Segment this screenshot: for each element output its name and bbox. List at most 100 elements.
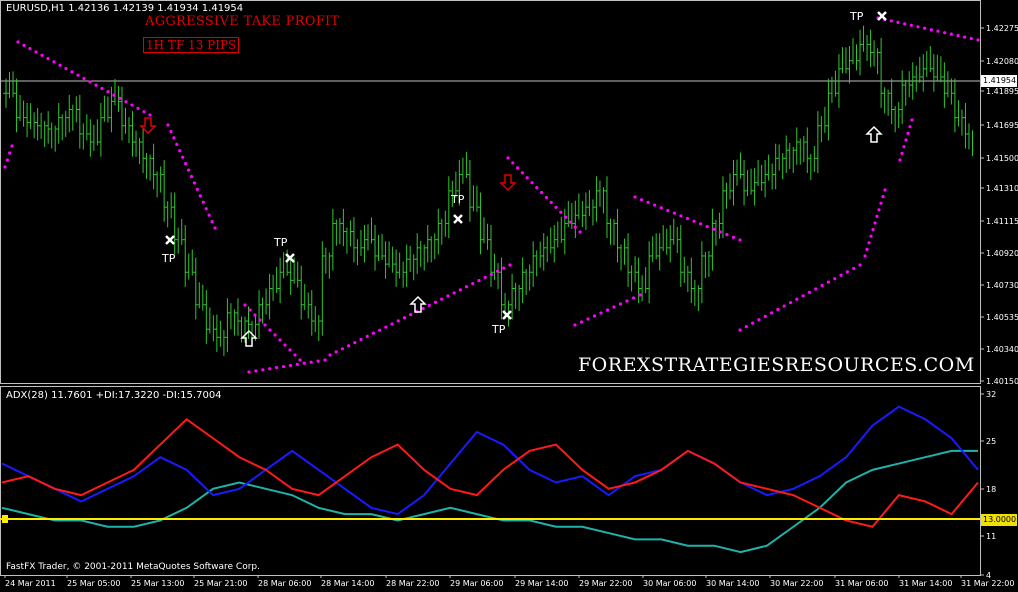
sar-dot (976, 38, 980, 42)
sar-dot (100, 86, 104, 91)
sar-dot (718, 230, 722, 234)
time-tick-label: 30 Mar 06:00 (643, 579, 696, 588)
sar-dot (189, 174, 194, 179)
forex-chart: 1.42275 1.42080 1.41895 1.41695 1.41500 1.413… (0, 0, 1018, 588)
sar-dot (247, 370, 251, 374)
sar-dot (28, 47, 32, 51)
adx-tick-label: 25 (986, 437, 996, 446)
price-bar (477, 192, 488, 255)
sar-dot (540, 190, 544, 195)
price-bar (435, 208, 446, 255)
sar-dot (795, 297, 799, 301)
price-tick-label: 1.41310 (986, 184, 1018, 193)
sar-dot (904, 138, 908, 142)
price-bar (424, 225, 436, 263)
sar-dot (489, 272, 493, 276)
take-profit-label: TP (849, 10, 864, 23)
sar-dot (871, 228, 875, 232)
sar-dot (186, 168, 191, 172)
price-bar (519, 257, 531, 304)
sar-dot (328, 353, 332, 357)
sar-dot (692, 219, 696, 223)
adx-level-marker (2, 515, 8, 523)
price-bar (382, 241, 394, 279)
copyright-text: FastFX Trader, © 2001-2011 MetaQuotes So… (6, 562, 260, 572)
time-tick-label: 25 Mar 13:00 (131, 579, 184, 588)
price-bar (561, 201, 573, 255)
price-bar (667, 218, 678, 263)
sar-dot (309, 360, 313, 364)
sar-dot (148, 113, 152, 117)
sar-dot (378, 328, 382, 332)
price-bar (393, 249, 404, 288)
adx-tick-label: 18 (986, 485, 996, 494)
sar-dot (525, 176, 529, 180)
sar-dot (22, 43, 26, 47)
price-bar (87, 119, 98, 157)
sar-dot (869, 234, 873, 238)
sar-dot (3, 165, 7, 169)
sar-dot (178, 149, 182, 153)
time-tick-label: 30 Mar 22:00 (770, 579, 823, 588)
sar-dot (949, 32, 953, 36)
time-tick-label: 25 Mar 05:00 (67, 579, 120, 588)
price-bar (930, 54, 942, 92)
price-bar (55, 102, 67, 144)
sar-dot (599, 311, 603, 315)
sar-dot (592, 314, 597, 318)
sar-dot (421, 306, 425, 311)
sar-dot (568, 220, 573, 224)
time-tick-label: 29 Mar 14:00 (515, 579, 568, 588)
chart-symbol-header: EURUSD,H1 1.42136 1.42139 1.41934 1.4195… (6, 3, 244, 14)
sar-dot (908, 125, 912, 129)
price-bar (140, 127, 151, 181)
price-bar (730, 152, 742, 206)
sar-dot (898, 158, 902, 162)
sar-dot (82, 76, 86, 81)
sar-dot (506, 156, 510, 160)
buy-arrow-icon (865, 125, 883, 143)
sar-dot (112, 93, 116, 97)
sar-dot (873, 221, 877, 225)
sar-dot (353, 340, 357, 345)
sar-dot (679, 214, 683, 218)
price-bar (203, 290, 214, 344)
sar-dot (820, 283, 824, 288)
sar-dot (254, 369, 258, 373)
sar-dot (881, 195, 885, 199)
price-bar (361, 217, 373, 263)
sar-dot (852, 266, 856, 271)
price-bar (245, 306, 257, 347)
sar-dot (248, 308, 252, 312)
sar-dot (70, 70, 74, 74)
sar-dot (612, 305, 616, 309)
price-bar (13, 78, 25, 133)
price-tick-label: 1.42080 (986, 57, 1018, 66)
sar-dot (16, 40, 20, 44)
sar-dot (371, 331, 376, 335)
time-tick-label: 30 Mar 14:00 (706, 579, 759, 588)
sar-dot (275, 366, 279, 370)
sar-dot (863, 254, 867, 258)
sar-dot (316, 359, 320, 363)
sar-dot (929, 28, 933, 32)
sar-dot (586, 317, 590, 321)
sar-dot (243, 303, 247, 307)
adx-level-label: 13.0000 (981, 514, 1017, 526)
sar-dot (10, 144, 14, 148)
sar-dot (725, 233, 729, 237)
sar-dot (495, 269, 500, 273)
price-bar (762, 154, 773, 198)
sar-dot (502, 266, 506, 270)
price-bar (867, 29, 879, 75)
sar-dot (334, 350, 338, 354)
sar-dot (440, 297, 444, 301)
time-tick-label: 28 Mar 22:00 (386, 579, 439, 588)
sar-dot (302, 361, 306, 365)
current-price-label: 1.41954 (981, 75, 1017, 87)
price-bar (719, 173, 731, 239)
sar-dot (288, 363, 293, 368)
price-bar (45, 111, 56, 152)
price-bar (614, 208, 626, 271)
price-bar (161, 159, 172, 228)
